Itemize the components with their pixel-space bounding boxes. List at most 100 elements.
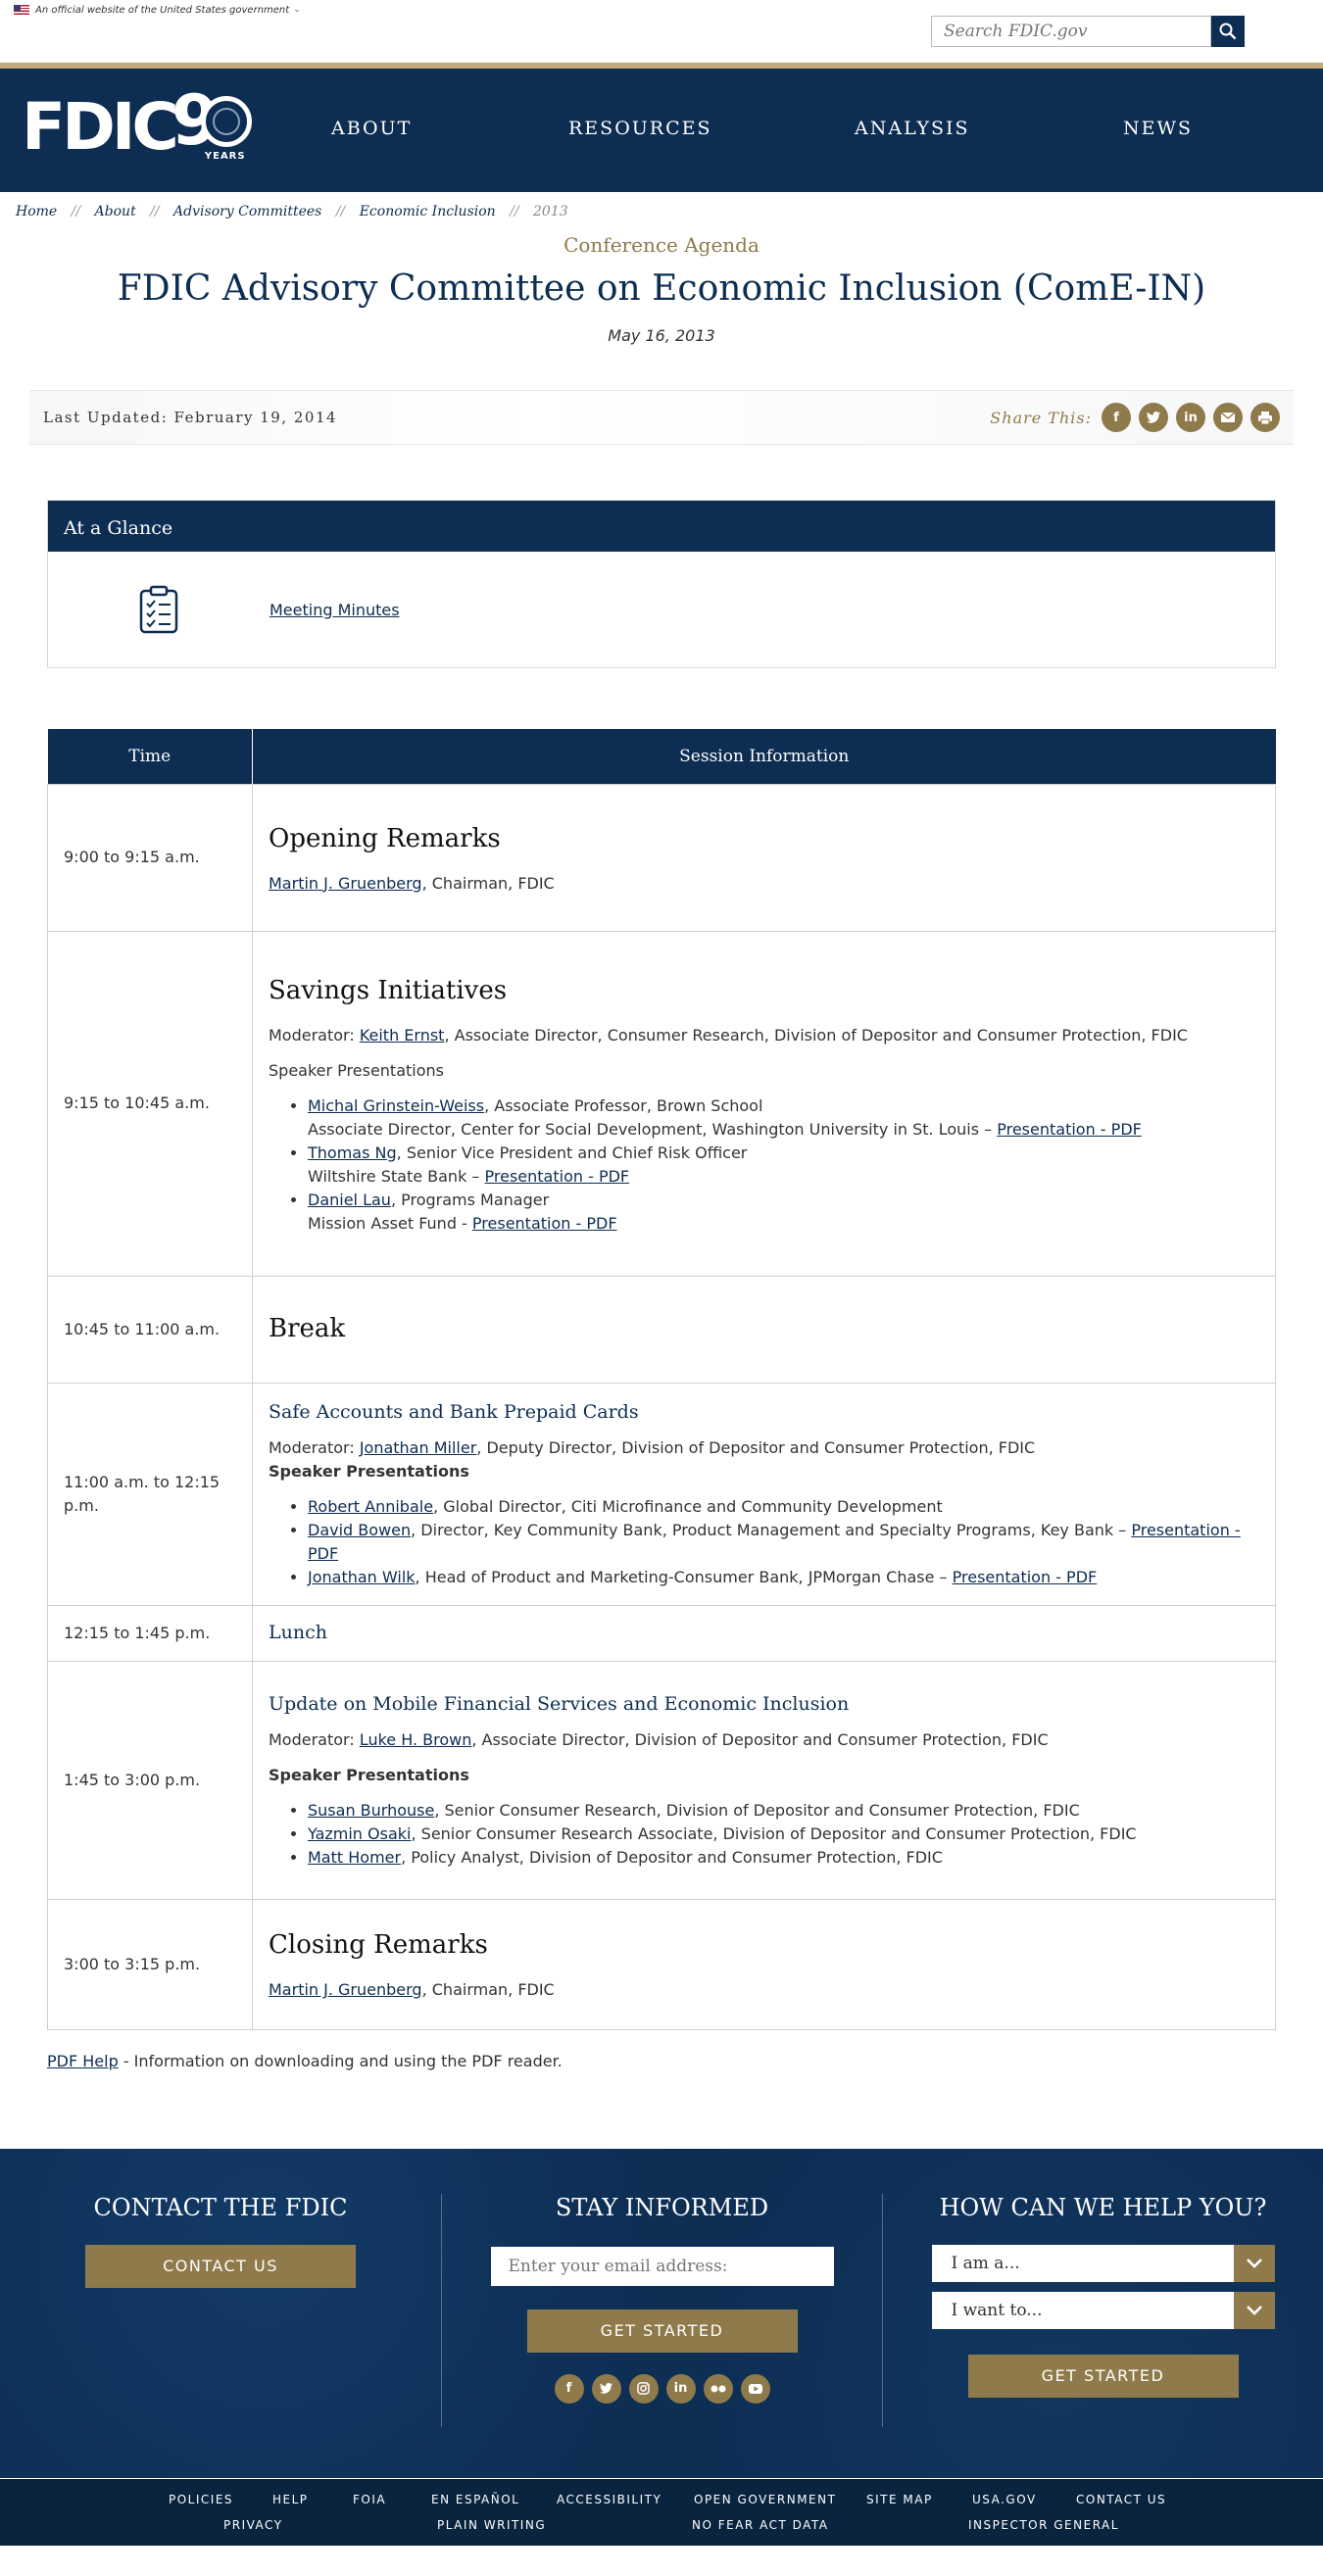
print-icon[interactable]	[1250, 403, 1280, 432]
header-time: Time	[47, 729, 253, 784]
speaker-list: Susan Burhouse, Senior Consumer Research…	[308, 1799, 1259, 1870]
logo-90-mark: 9 YEARS	[172, 86, 256, 165]
footer-stay-informed: STAY INFORMED GET STARTED f in	[441, 2193, 882, 2427]
nav-resources[interactable]: RESOURCES	[568, 118, 712, 139]
glance-title: At a Glance	[48, 501, 1275, 552]
presentation-pdf-link[interactable]: Presentation - PDF	[485, 1167, 630, 1186]
speaker-link[interactable]: David Bowen	[308, 1521, 411, 1539]
speaker-presentations-label: Speaker Presentations	[269, 1060, 444, 1080]
youtube-icon[interactable]	[740, 2373, 770, 2404]
breadcrumb-advisory-committees[interactable]: Advisory Committees	[173, 204, 321, 219]
nav-news[interactable]: NEWS	[1123, 118, 1193, 139]
facebook-icon[interactable]: f	[1102, 403, 1131, 432]
moderator-role: , Deputy Director, Division of Depositor…	[476, 1437, 1036, 1457]
search-button[interactable]	[1211, 16, 1245, 47]
meeting-minutes-link[interactable]: Meeting Minutes	[270, 601, 400, 619]
pdf-help-text: - Information on downloading and using t…	[118, 2051, 563, 2070]
footer-link-espanol[interactable]: EN ESPAÑOL	[431, 2493, 519, 2506]
moderator-link[interactable]: Luke H. Brown	[360, 1730, 472, 1749]
site-footer: CONTACT THE FDIC CONTACT US STAY INFORME…	[0, 2149, 1323, 2478]
speaker-link[interactable]: Martin J. Gruenberg	[269, 874, 422, 893]
session-info: Savings Initiatives Moderator: Keith Ern…	[252, 930, 1276, 1277]
moderator-label: Moderator:	[269, 1729, 360, 1749]
moderator-link[interactable]: Keith Ernst	[360, 1026, 445, 1045]
footer-contact: CONTACT THE FDIC CONTACT US	[0, 2194, 441, 2427]
speaker-link[interactable]: Michal Grinstein-Weiss	[308, 1096, 484, 1115]
page-kicker: Conference Agenda	[564, 233, 760, 257]
presentation-pdf-link[interactable]: Presentation - PDF	[472, 1214, 617, 1233]
speaker-presentations-label: Speaker Presentations	[269, 1461, 469, 1481]
presentation-pdf-link[interactable]: Presentation - PDF	[997, 1120, 1142, 1139]
presentation-pdf-link[interactable]: Presentation - PDF	[953, 1568, 1098, 1586]
breadcrumb-separator: //	[150, 204, 160, 219]
speaker-org: Wiltshire State Bank –	[308, 1166, 485, 1186]
breadcrumb-home[interactable]: Home	[16, 204, 57, 219]
footer-link-contact-us[interactable]: CONTACT US	[1076, 2493, 1166, 2506]
at-a-glance-panel: At a Glance Meeting Minutes	[47, 500, 1276, 668]
speaker-title: , Policy Analyst, Division of Depositor …	[401, 1847, 943, 1867]
speaker-link[interactable]: Yazmin Osaki	[308, 1824, 411, 1843]
footer-link-help[interactable]: HELP	[272, 2493, 309, 2506]
session-info: Closing Remarks Martin J. Gruenberg, Cha…	[252, 1898, 1276, 2030]
fdic-logo[interactable]: FDIC 9 YEARS	[22, 86, 256, 165]
speaker-link[interactable]: Robert Annibale	[308, 1497, 433, 1516]
speaker-link[interactable]: Susan Burhouse	[308, 1801, 434, 1820]
get-started-button[interactable]: GET STARTED	[526, 2309, 798, 2353]
session-time: 9:15 to 10:45 a.m.	[47, 930, 253, 1277]
session-title: Savings Initiatives	[269, 975, 508, 1005]
footer-link-inspector-general[interactable]: INSPECTOR GENERAL	[968, 2518, 1119, 2532]
session-time: 9:00 to 9:15 a.m.	[47, 783, 253, 932]
instagram-icon[interactable]	[628, 2373, 659, 2404]
i-am-a-select[interactable]: I am a...	[931, 2244, 1275, 2282]
session-time: 12:15 to 1:45 p.m.	[47, 1604, 253, 1662]
email-icon[interactable]	[1213, 403, 1243, 432]
pdf-help-link[interactable]: PDF Help	[47, 2052, 119, 2070]
list-item: Thomas Ng, Senior Vice President and Chi…	[308, 1142, 1259, 1189]
linkedin-icon[interactable]: in	[665, 2373, 696, 2404]
footer-link-open-government[interactable]: OPEN GOVERNMENT	[694, 2493, 836, 2506]
breadcrumb-economic-inclusion[interactable]: Economic Inclusion	[360, 204, 496, 219]
pdf-help: PDF Help - Information on downloading an…	[47, 2052, 1276, 2070]
footer-link-foia[interactable]: FOIA	[353, 2493, 386, 2506]
session-title: Opening Remarks	[269, 823, 501, 853]
twitter-icon[interactable]	[591, 2373, 621, 2404]
footer-link-accessibility[interactable]: ACCESSIBILITY	[557, 2493, 662, 2506]
search-icon	[1219, 23, 1237, 40]
session-title: Closing Remarks	[269, 1930, 488, 1960]
footer-link-policies[interactable]: POLICIES	[169, 2493, 233, 2506]
linkedin-icon[interactable]: in	[1176, 403, 1205, 432]
facebook-icon[interactable]: f	[554, 2373, 584, 2404]
glance-body: Meeting Minutes	[48, 552, 1275, 667]
speaker-link[interactable]: Daniel Lau	[308, 1191, 391, 1209]
footer-link-usa-gov[interactable]: USA.GOV	[972, 2493, 1037, 2506]
help-get-started-button[interactable]: GET STARTED	[967, 2354, 1239, 2398]
agenda-table: Time Session Information 9:00 to 9:15 a.…	[47, 729, 1276, 2030]
contact-us-button[interactable]: CONTACT US	[85, 2244, 356, 2288]
speaker-link[interactable]: Thomas Ng	[308, 1143, 397, 1162]
footer-help-title: HOW CAN WE HELP YOU?	[939, 2193, 1267, 2221]
footer-link-site-map[interactable]: SITE MAP	[866, 2493, 933, 2506]
moderator-link[interactable]: Jonathan Miller	[360, 1438, 476, 1457]
twitter-icon[interactable]	[1139, 403, 1168, 432]
speaker-link[interactable]: Jonathan Wilk	[308, 1568, 416, 1586]
footer-link-privacy[interactable]: PRIVACY	[223, 2518, 283, 2532]
list-item: Yazmin Osaki, Senior Consumer Research A…	[308, 1823, 1259, 1846]
speaker-link[interactable]: Matt Homer	[308, 1848, 401, 1867]
flickr-icon[interactable]	[703, 2373, 733, 2404]
i-want-to-select[interactable]: I want to...	[931, 2291, 1275, 2329]
breadcrumb-about[interactable]: About	[95, 204, 136, 219]
utility-bar	[0, 16, 1323, 63]
nav-about[interactable]: ABOUT	[331, 118, 412, 139]
breadcrumb-separator: //	[71, 204, 81, 219]
footer-link-plain-writing[interactable]: PLAIN WRITING	[437, 2518, 546, 2532]
speaker-link[interactable]: Martin J. Gruenberg	[269, 1980, 422, 1999]
breadcrumb: Home // About // Advisory Committees // …	[0, 192, 1323, 231]
nav-analysis[interactable]: ANALYSIS	[855, 118, 970, 139]
chevron-down-icon[interactable]: ⌄	[293, 5, 301, 15]
search-input[interactable]	[931, 16, 1211, 47]
logo-years: YEARS	[204, 151, 246, 162]
moderator-role: , Associate Director, Consumer Research,…	[444, 1025, 1188, 1045]
footer-link-no-fear-act[interactable]: NO FEAR ACT DATA	[692, 2518, 829, 2532]
email-field[interactable]	[490, 2246, 834, 2286]
chevron-down-icon	[1233, 2244, 1275, 2282]
